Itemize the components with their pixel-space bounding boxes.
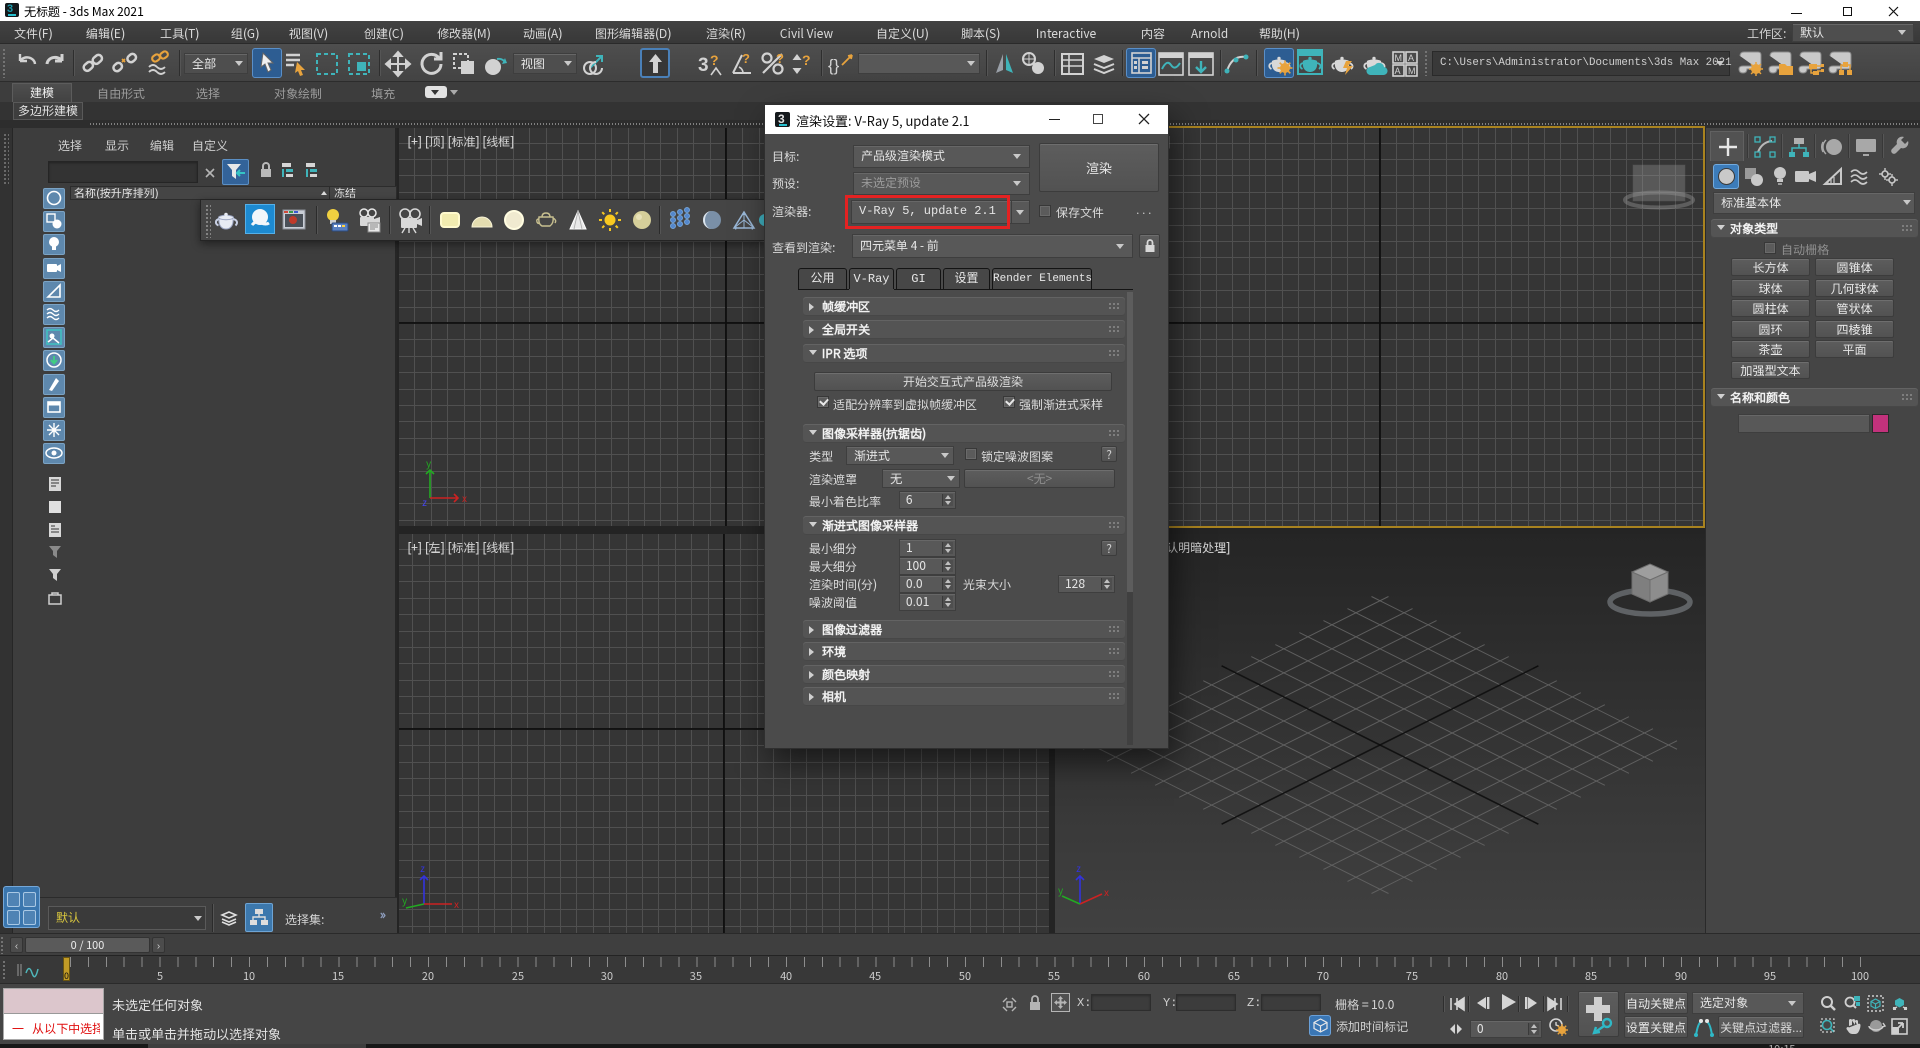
svg-text:3: 3: [698, 55, 709, 76]
svg-text:x: x: [454, 896, 459, 911]
svg-text:?: ?: [742, 51, 750, 66]
svg-text:x: x: [1104, 884, 1109, 899]
svg-text:M: M: [1408, 66, 1416, 76]
svg-text:x: x: [462, 490, 467, 505]
svg-text:?: ?: [802, 52, 811, 68]
svg-text:A: A: [1408, 53, 1414, 63]
svg-text:z: z: [420, 860, 426, 875]
svg-text:M: M: [1395, 53, 1403, 63]
svg-text:z: z: [1076, 860, 1082, 875]
svg-text:y: y: [402, 892, 408, 907]
svg-text:A: A: [1395, 66, 1401, 76]
svg-text:y: y: [426, 455, 432, 470]
svg-text:z: z: [422, 494, 428, 509]
svg-text:?: ?: [776, 51, 784, 66]
svg-text:{}: {}: [828, 56, 840, 75]
svg-text:y: y: [1058, 882, 1064, 897]
svg-text:?: ?: [710, 52, 719, 68]
